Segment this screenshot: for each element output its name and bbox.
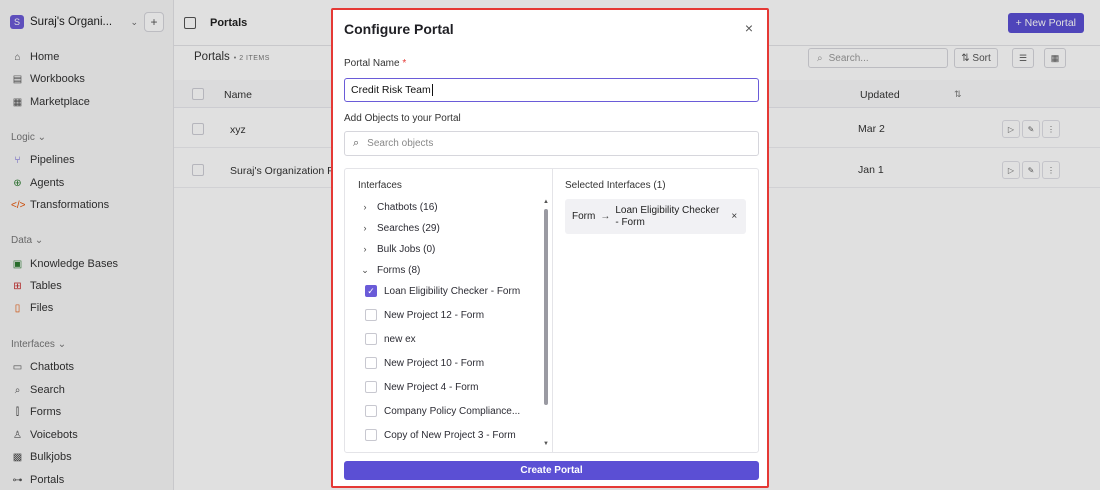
scroll-up-icon[interactable]: ▲ (543, 199, 549, 205)
search-icon: ⌕ (353, 137, 360, 149)
checkbox[interactable] (365, 357, 377, 369)
required-mark: * (402, 58, 407, 69)
tree-item-forms[interactable]: ⌄ Forms (8) (361, 262, 420, 278)
form-item[interactable]: ✓ Loan Eligibility Checker - Form (365, 283, 520, 299)
remove-icon[interactable]: × (731, 211, 737, 222)
text-cursor (431, 84, 433, 96)
checkbox[interactable] (365, 405, 377, 417)
checkbox[interactable] (365, 429, 377, 441)
form-item[interactable]: new ex (365, 331, 416, 347)
selected-interface-chip: Form → Loan Eligibility Checker - Form × (565, 199, 746, 234)
create-portal-button[interactable]: Create Portal (344, 461, 759, 480)
portal-name-input[interactable]: Credit Risk Team (344, 78, 759, 102)
tree-item-bulk-jobs[interactable]: › Bulk Jobs (0) (361, 241, 436, 257)
scroll-down-icon[interactable]: ▼ (543, 441, 549, 447)
form-item[interactable]: Company Policy Compliance... (365, 403, 520, 419)
form-item[interactable]: New Project 12 - Form (365, 307, 484, 323)
selected-interfaces-title: Selected Interfaces (1) (565, 180, 666, 191)
chip-type: Form (572, 211, 596, 222)
portal-name-label: Portal Name * (344, 58, 407, 69)
search-objects-input[interactable]: ⌕ Search objects (344, 131, 759, 156)
form-item[interactable]: New Project 4 - Form (365, 379, 478, 395)
checkbox[interactable] (365, 333, 377, 345)
form-item[interactable]: New Project 10 - Form (365, 355, 484, 371)
panel-divider (552, 169, 553, 452)
objects-panel: Interfaces › Chatbots (16) › Searches (29)… (344, 168, 759, 453)
chevron-right-icon: › (363, 202, 367, 212)
scrollbar-thumb[interactable] (544, 209, 548, 405)
tree-item-searches[interactable]: › Searches (29) (361, 220, 440, 236)
checkbox[interactable] (365, 309, 377, 321)
chip-name: Loan Eligibility Checker - Form (615, 204, 720, 228)
checkbox[interactable] (365, 381, 377, 393)
form-item[interactable]: Copy of New Project 3 - Form (365, 427, 516, 443)
interfaces-title: Interfaces (358, 180, 402, 191)
configure-portal-dialog: Configure Portal × Portal Name * Credit … (331, 8, 769, 488)
checkbox-checked[interactable]: ✓ (365, 285, 377, 297)
tree-item-chatbots[interactable]: › Chatbots (16) (361, 199, 438, 215)
chevron-right-icon: › (363, 244, 367, 254)
dialog-title: Configure Portal (344, 21, 454, 37)
chevron-right-icon: › (363, 223, 367, 233)
scrollbar[interactable]: ▲ ▼ (543, 199, 549, 449)
chevron-down-icon: ⌄ (361, 264, 369, 275)
close-icon[interactable]: × (745, 20, 753, 36)
add-objects-label: Add Objects to your Portal (344, 113, 461, 124)
arrow-right-icon: → (600, 211, 611, 222)
